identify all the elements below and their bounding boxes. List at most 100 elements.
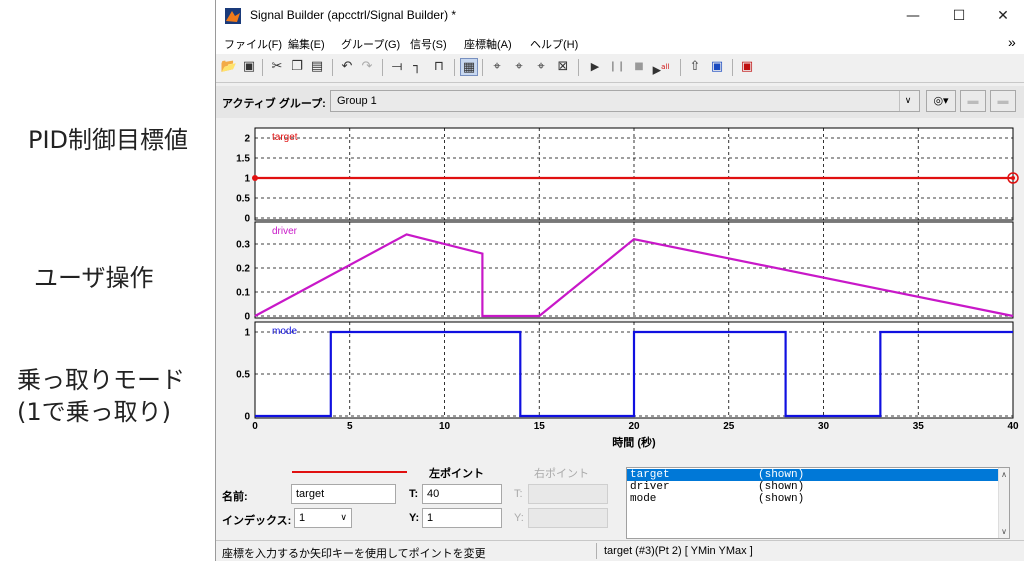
copy-icon[interactable]: ❐: [288, 58, 306, 76]
annotation-pid-target: PID制御目標値: [28, 126, 189, 154]
menu-axes[interactable]: 座標軸(A): [464, 36, 512, 52]
zoom-y-icon[interactable]: ⌖: [510, 58, 528, 76]
play-icon[interactable]: ▶: [586, 58, 604, 76]
y-tick-label: 0.5: [236, 370, 250, 381]
annotation-takeover-note: (1で乗っ取り): [17, 398, 171, 426]
zoom-x-icon[interactable]: ⌖: [488, 58, 506, 76]
group-options-button[interactable]: ◎▾: [926, 90, 956, 112]
x-tick-label: 20: [628, 421, 640, 432]
load-icon[interactable]: ▣: [708, 58, 726, 76]
cut-icon[interactable]: ✂: [268, 58, 286, 76]
series-name-target: target: [272, 132, 298, 143]
active-group-label: アクティブ グループ:: [222, 98, 326, 110]
group-move-down-button[interactable]: ▬: [990, 90, 1016, 112]
signal-list-item[interactable]: target (shown): [627, 469, 1004, 481]
menu-help[interactable]: ヘルプ(H): [530, 36, 578, 52]
name-field[interactable]: target: [291, 484, 396, 504]
run-all-icon[interactable]: ▶all: [652, 58, 670, 77]
close-button[interactable]: ✕: [980, 0, 1024, 32]
point-editor-panel: 左ポイント 右ポイント 名前: target T: 40 T: インデックス: …: [216, 460, 1024, 540]
open-icon[interactable]: 📂: [220, 58, 238, 76]
x-tick-label: 10: [439, 421, 451, 432]
menu-overflow-icon[interactable]: »: [1008, 34, 1016, 50]
redo-icon[interactable]: ↷: [358, 58, 376, 76]
series-name-driver: driver: [272, 226, 298, 237]
y-tick-label: 1.5: [236, 154, 250, 165]
x-tick-label: 30: [818, 421, 830, 432]
menu-bar: ファイル(F) 編集(E) グループ(G) 信号(S) 座標軸(A) ヘルプ(H…: [216, 32, 1024, 54]
right-y-label: Y:: [514, 512, 524, 524]
right-point-label: 右ポイント: [534, 468, 589, 480]
annotation-user-operation: ユーザ操作: [34, 264, 154, 292]
y-tick-label: 0: [244, 214, 250, 225]
x-tick-label: 15: [534, 421, 546, 432]
group-select[interactable]: Group 1 ∨: [330, 90, 920, 112]
matlab-icon: [225, 8, 241, 24]
x-axis-label: 時間 (秒): [612, 435, 656, 449]
signal-list[interactable]: target (shown) driver (shown) mode (shown) …: [626, 467, 1010, 539]
signal-list-item[interactable]: driver (shown): [627, 481, 1004, 493]
group-move-up-button[interactable]: ▬: [960, 90, 986, 112]
status-bar: 座標を入力するか矢印キーを使用してポイントを変更 target (#3)(Pt …: [216, 540, 1024, 561]
save-icon[interactable]: ▣: [240, 58, 258, 76]
index-chevron-down-icon: ∨: [340, 513, 347, 523]
series-name-mode: mode: [272, 326, 297, 337]
left-t-label: T:: [409, 488, 419, 500]
menu-signal[interactable]: 信号(S): [410, 36, 447, 52]
group-select-value: Group 1: [337, 95, 377, 107]
x-tick-label: 5: [347, 421, 353, 432]
right-t-field[interactable]: [528, 484, 608, 504]
menu-edit[interactable]: 編集(E): [288, 36, 325, 52]
signal-list-item[interactable]: mode (shown): [627, 493, 1004, 505]
y-tick-label: 2: [244, 134, 250, 145]
undo-icon[interactable]: ↶: [338, 58, 356, 76]
grid-icon[interactable]: ▦: [460, 58, 478, 76]
x-tick-label: 0: [252, 421, 258, 432]
right-y-field[interactable]: [528, 508, 608, 528]
chevron-down-icon: ∨: [899, 91, 916, 111]
export-icon[interactable]: ⇧: [686, 58, 704, 76]
constant-signal-icon[interactable]: ⟞: [388, 58, 406, 76]
y-tick-label: 0.2: [236, 264, 250, 275]
y-tick-label: 1: [244, 174, 250, 185]
paste-icon[interactable]: ▤: [308, 58, 326, 76]
help-icon[interactable]: ▣: [738, 58, 756, 76]
fit-icon[interactable]: ⊠: [554, 58, 572, 76]
signal-color-swatch: [292, 471, 407, 473]
toolbar: 📂 ▣ ✂ ❐ ▤ ↶ ↷ ⟞ ┐ ⊓ ▦ ⌖ ⌖ ⌖ ⊠ ▶ ❙❙ ■ ▶al…: [216, 54, 1024, 83]
x-tick-label: 35: [913, 421, 925, 432]
window-title: Signal Builder (apcctrl/Signal Builder) …: [250, 8, 457, 22]
y-tick-label: 0: [244, 312, 250, 323]
pause-icon[interactable]: ❙❙: [608, 58, 626, 76]
title-bar: Signal Builder (apcctrl/Signal Builder) …: [216, 0, 1024, 32]
y-tick-label: 0.1: [236, 288, 250, 299]
minimize-button[interactable]: —: [890, 0, 936, 32]
signal-list-scrollbar[interactable]: ∧ ∨: [998, 468, 1009, 538]
right-t-label: T:: [514, 488, 523, 500]
left-point-label: 左ポイント: [429, 468, 484, 480]
stop-icon[interactable]: ■: [630, 58, 648, 76]
signal-plot-area: 2 1.5 1 0.5 0 target 0.3 0.2 0.1 0 driver 1 0.5 0 mode…: [216, 120, 1024, 460]
menu-group[interactable]: グループ(G): [341, 36, 400, 52]
pulse-icon[interactable]: ⊓: [430, 58, 448, 76]
y-tick-label: 1: [244, 328, 250, 339]
zoom-xy-icon[interactable]: ⌖: [532, 58, 550, 76]
menu-file[interactable]: ファイル(F): [224, 36, 282, 52]
index-select[interactable]: 1 ∨: [294, 508, 352, 528]
left-t-field[interactable]: 40: [422, 484, 502, 504]
status-divider: [596, 543, 597, 559]
annotation-takeover-mode: 乗っ取りモード: [17, 366, 185, 394]
signal-axes: 2 1.5 1 0.5 0 target 0.3 0.2 0.1 0 driver 1 0.5 0 mode…: [236, 127, 1019, 449]
x-tick-label: 40: [1007, 421, 1019, 432]
left-y-label: Y:: [409, 512, 420, 524]
left-y-field[interactable]: 1: [422, 508, 502, 528]
x-tick-label: 25: [723, 421, 735, 432]
active-group-bar: アクティブ グループ: Group 1 ∨ ◎▾ ▬ ▬: [216, 86, 1024, 118]
scroll-down-icon[interactable]: ∨: [999, 527, 1009, 536]
y-tick-label: 0.3: [236, 240, 250, 251]
step-icon[interactable]: ┐: [408, 58, 426, 76]
scroll-up-icon[interactable]: ∧: [999, 470, 1009, 479]
y-tick-label: 0.5: [236, 194, 250, 205]
point-marker: [252, 175, 258, 181]
maximize-button[interactable]: ☐: [936, 0, 982, 32]
